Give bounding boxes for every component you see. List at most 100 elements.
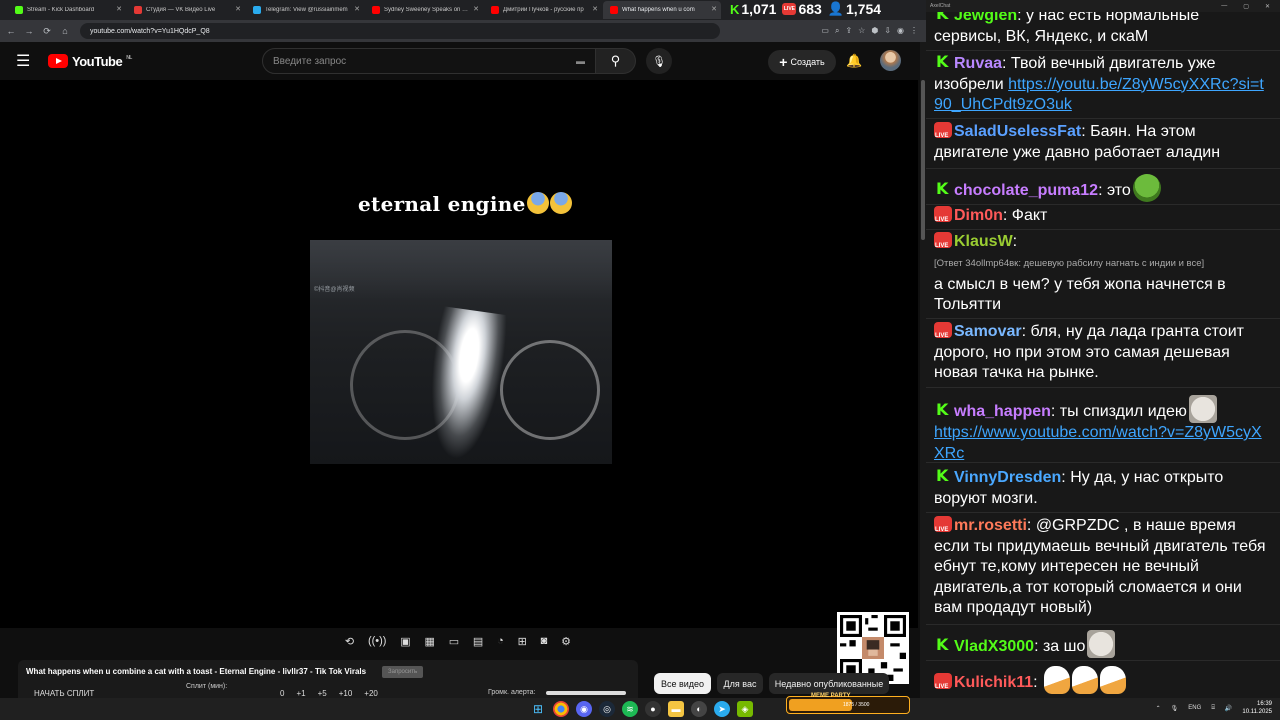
chat-username[interactable]: chocolate_puma12 bbox=[954, 182, 1098, 199]
explorer-icon[interactable]: ▬ bbox=[668, 701, 684, 717]
chat-username[interactable]: Ruvaa bbox=[954, 55, 1002, 72]
vk-viewers: LIVE 683 bbox=[782, 1, 822, 17]
chat-username[interactable]: SaladUselessFat bbox=[954, 123, 1081, 140]
share-icon[interactable]: ⇪ bbox=[845, 26, 852, 36]
chat-divider bbox=[926, 229, 1280, 230]
chat-username[interactable]: wha_happen bbox=[954, 403, 1051, 420]
chat-username[interactable]: Kulichik11 bbox=[954, 674, 1033, 691]
split-option[interactable]: +10 bbox=[339, 689, 353, 698]
cast-icon[interactable]: ▭ bbox=[821, 26, 829, 36]
pip-icon[interactable]: ▣ bbox=[400, 635, 410, 648]
chat-username[interactable]: Jewglen bbox=[954, 12, 1017, 24]
video-player[interactable]: eternal engine ©抖音@肖视频 bbox=[0, 80, 918, 628]
request-tag[interactable]: Запросить bbox=[382, 666, 424, 678]
viewer-stats: K 1,071 LIVE 683 👤 1,754 bbox=[730, 0, 926, 18]
close-tab-icon[interactable]: ✕ bbox=[235, 5, 241, 13]
chat-username[interactable]: VinnyDresden bbox=[954, 469, 1061, 486]
close-window-icon[interactable]: ✕ bbox=[1265, 3, 1270, 10]
kick-badge-icon bbox=[934, 179, 952, 200]
chat-link[interactable]: https://www.youtube.com/watch?v=Z8yW5cyX… bbox=[934, 424, 1262, 462]
mic-tray-icon[interactable]: 🎙 bbox=[1171, 705, 1179, 712]
theater-icon[interactable]: ▭ bbox=[449, 635, 459, 648]
browser-tab[interactable]: Telegram: View @russiainmem ✕ bbox=[246, 1, 364, 19]
settings-gear-icon[interactable]: ⚙ bbox=[561, 635, 571, 648]
minimize-icon[interactable]: — bbox=[1221, 3, 1227, 10]
browser-tab[interactable]: Stream - Kick Dashboard ✕ bbox=[8, 1, 126, 19]
start-split-button[interactable]: НАЧАТЬ СПЛИТ bbox=[34, 689, 94, 698]
broadcast-icon[interactable]: ((•)) bbox=[368, 635, 387, 647]
clapperboard-icon[interactable]: ▦ bbox=[424, 635, 434, 648]
chrome-icon[interactable] bbox=[553, 701, 569, 717]
alert-volume-slider[interactable] bbox=[546, 691, 626, 695]
youtube-logo[interactable]: YouTube NL bbox=[48, 54, 132, 69]
notifications-bell-icon[interactable]: 🔔 bbox=[846, 53, 862, 69]
chat-username[interactable]: VladX3000 bbox=[954, 638, 1034, 655]
loop-icon[interactable]: ⟲ bbox=[345, 635, 354, 648]
browser-tab[interactable]: Sydney Sweeney Speaks on The ✕ bbox=[365, 1, 483, 19]
chat-username[interactable]: Dim0n bbox=[954, 207, 1003, 224]
add-clip-icon[interactable]: ⊞ bbox=[518, 635, 527, 648]
back-icon[interactable]: ← bbox=[4, 24, 18, 38]
create-button[interactable]: + Создать bbox=[768, 50, 836, 74]
extensions-icon[interactable]: ⬢ bbox=[871, 26, 878, 36]
goal-title: МЕМЕ PARTY bbox=[811, 693, 851, 699]
browser-tab-active[interactable]: What happens when u com ✕ bbox=[603, 1, 721, 19]
split-option[interactable]: +1 bbox=[296, 689, 305, 698]
close-tab-icon[interactable]: ✕ bbox=[592, 5, 598, 13]
kick-badge-icon bbox=[934, 52, 952, 73]
obs-icon[interactable]: ● bbox=[645, 701, 661, 717]
browser-tab[interactable]: Студия — VK Видео Live ✕ bbox=[127, 1, 245, 19]
discord-icon[interactable]: ◉ bbox=[576, 701, 592, 717]
tab-title: Sydney Sweeney Speaks on The bbox=[384, 7, 469, 13]
chip-for-you[interactable]: Для вас bbox=[717, 673, 763, 694]
browser-tab[interactable]: Дмитрий Пучков - русские пр ✕ bbox=[484, 1, 602, 19]
downloads-icon[interactable]: ⇩ bbox=[884, 26, 891, 36]
close-tab-icon[interactable]: ✕ bbox=[116, 5, 122, 13]
voice-search-button[interactable]: 🎙 bbox=[646, 48, 672, 74]
search-bar: Введите запрос ▬ ⚲ bbox=[262, 48, 636, 74]
app-icon[interactable]: ◐ bbox=[691, 701, 707, 717]
close-tab-icon[interactable]: ✕ bbox=[473, 5, 479, 13]
keyboard-icon[interactable]: ▬ bbox=[576, 56, 585, 66]
browser-menu-icon[interactable]: ⋮ bbox=[910, 26, 918, 36]
split-option[interactable]: +5 bbox=[318, 689, 327, 698]
chat-message: wha_happen: ты спиздил идею https://www.y… bbox=[934, 395, 1268, 464]
forward-icon[interactable]: → bbox=[22, 24, 36, 38]
page-scroll-thumb[interactable] bbox=[921, 80, 925, 240]
telegram-icon[interactable]: ➤ bbox=[714, 701, 730, 717]
language-indicator[interactable]: ENG bbox=[1188, 705, 1201, 711]
bookmark-star-icon[interactable]: ☆ bbox=[858, 26, 865, 36]
profile-icon[interactable]: ◉ bbox=[897, 26, 904, 36]
chat-username[interactable]: KlausW bbox=[954, 233, 1013, 250]
chat-username[interactable]: Samovar bbox=[954, 323, 1022, 340]
screenshot-icon[interactable]: ◙ bbox=[541, 635, 548, 647]
avatar[interactable] bbox=[880, 50, 901, 71]
maximize-icon[interactable]: ▢ bbox=[1243, 3, 1249, 10]
steam-icon[interactable]: ◎ bbox=[599, 701, 615, 717]
url-field[interactable]: youtube.com/watch?v=Yu1HQdcP_Q8 bbox=[80, 23, 720, 39]
chat-username[interactable]: mr.rosetti bbox=[954, 517, 1027, 534]
zoom-icon[interactable]: ⌕ bbox=[835, 26, 839, 36]
windows-start-icon[interactable]: ⊞ bbox=[530, 701, 546, 717]
chat-colon: : bbox=[1098, 182, 1107, 199]
speed-icon[interactable]: ◔ bbox=[497, 635, 504, 647]
reload-icon[interactable]: ⟳ bbox=[40, 24, 54, 38]
chip-all-videos[interactable]: Все видео bbox=[654, 673, 711, 694]
close-tab-icon[interactable]: ✕ bbox=[711, 5, 717, 13]
clock[interactable]: 16:39 10.11.2025 bbox=[1242, 700, 1272, 716]
network-icon[interactable]: ⌸ bbox=[1211, 705, 1215, 712]
clock-time: 16:39 bbox=[1256, 701, 1272, 707]
split-option[interactable]: 0 bbox=[280, 689, 284, 698]
hamburger-menu-icon[interactable]: ☰ bbox=[16, 51, 32, 71]
volume-icon[interactable]: 🔊 bbox=[1225, 705, 1232, 712]
search-button[interactable]: ⚲ bbox=[596, 48, 636, 74]
chip-recently-uploaded[interactable]: Недавно опубликованные bbox=[769, 673, 889, 694]
nvidia-icon[interactable]: ◈ bbox=[737, 701, 753, 717]
tray-chevron-icon[interactable]: ⌃ bbox=[1156, 705, 1161, 712]
film-icon[interactable]: ▤ bbox=[473, 635, 483, 648]
home-icon[interactable]: ⌂ bbox=[58, 24, 72, 38]
search-input[interactable]: Введите запрос ▬ bbox=[262, 48, 596, 74]
spotify-icon[interactable]: ≋ bbox=[622, 701, 638, 717]
split-option[interactable]: +20 bbox=[364, 689, 378, 698]
close-tab-icon[interactable]: ✕ bbox=[354, 5, 360, 13]
